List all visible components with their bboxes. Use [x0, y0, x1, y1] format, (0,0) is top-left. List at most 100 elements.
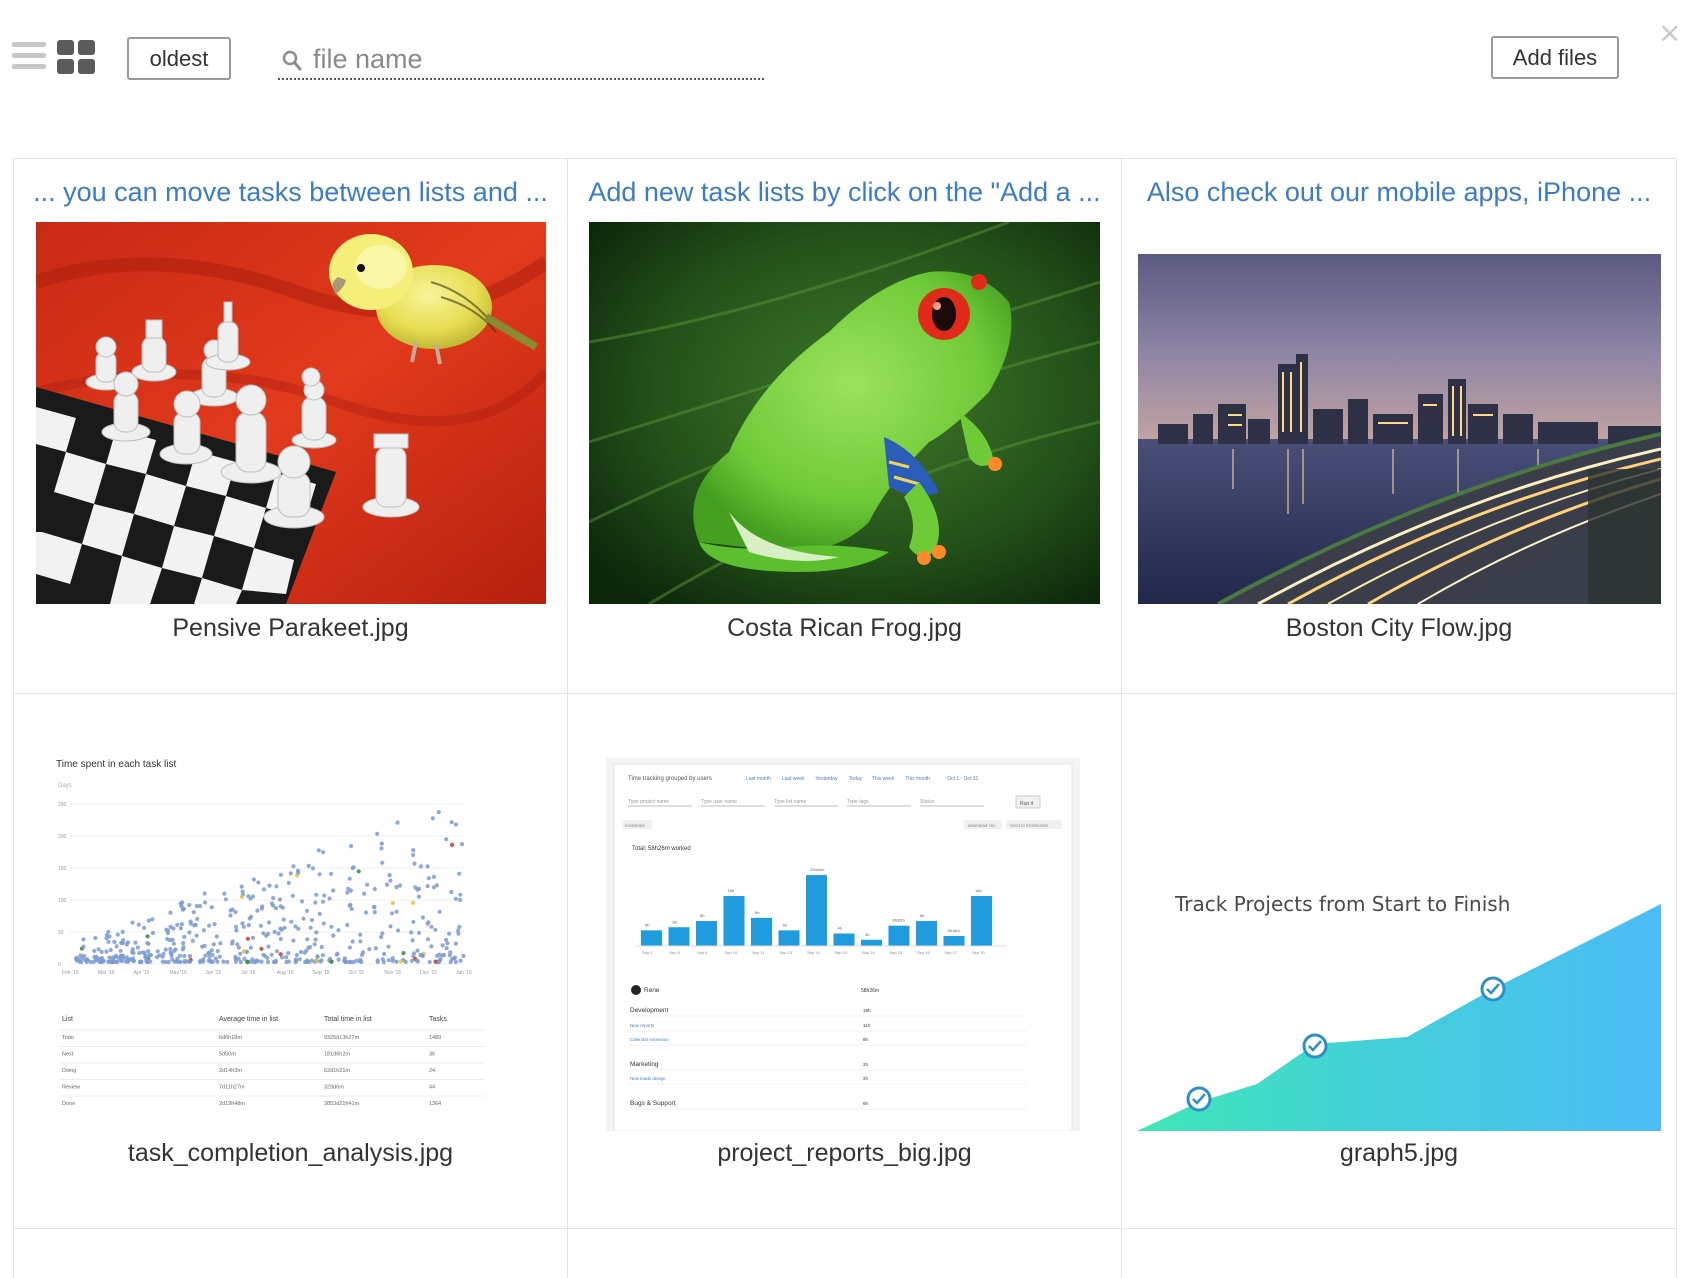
scatter-dot — [308, 925, 313, 930]
scatter-dot — [306, 863, 311, 868]
scatter-dot — [380, 860, 385, 865]
scatter-dot — [411, 951, 416, 956]
scatter-dot — [271, 903, 276, 908]
scatter-dot — [272, 929, 277, 934]
scatter-dot — [381, 959, 386, 965]
scatter-dot — [167, 938, 173, 943]
scatter-dot — [358, 939, 363, 944]
grid-view-icon[interactable] — [57, 40, 95, 74]
file-card[interactable]: Time spent in each task list Days 250 200… — [14, 694, 568, 1229]
file-card[interactable]: Also check out our mobile apps, iPhone .… — [1122, 159, 1677, 694]
scatter-dot — [259, 906, 264, 911]
scatter-dot — [223, 897, 228, 902]
file-card[interactable]: Add new task lists by click on the "Add … — [568, 159, 1122, 694]
scatter-dot — [293, 959, 298, 965]
toolbar: oldest Add files × — [0, 0, 1688, 120]
report-bar — [861, 939, 882, 946]
add-files-button[interactable]: Add files — [1491, 36, 1619, 79]
report-row-value: 11h — [863, 1023, 871, 1028]
scatter-dot — [388, 924, 393, 929]
scatter-dot — [317, 911, 322, 916]
file-thumbnail — [1138, 254, 1661, 604]
close-icon[interactable]: × — [1658, 16, 1681, 49]
user-avatar — [631, 985, 641, 995]
scatter-title: Time spent in each task list — [56, 759, 176, 770]
scatter-dot — [284, 955, 289, 960]
table-cell: 44 — [429, 1085, 435, 1091]
sort-button[interactable]: oldest — [127, 37, 231, 80]
scatter-dot — [288, 871, 293, 876]
scatter-dot — [178, 926, 183, 931]
file-thumbnail: Time tracking grouped by users Last mont… — [606, 758, 1080, 1131]
scatter-dot — [109, 959, 114, 964]
file-thumbnail — [589, 222, 1100, 604]
scatter-dot — [375, 959, 380, 964]
file-card[interactable]: ... you can move tasks between lists and… — [14, 159, 568, 694]
bar-report-screenshot: Time tracking grouped by users Last mont… — [606, 758, 1080, 1131]
scatter-dot — [271, 895, 276, 901]
scatter-dot — [294, 952, 300, 958]
scatter-dot — [96, 956, 101, 961]
scatter-dot — [426, 876, 431, 881]
scatter-dot — [238, 951, 243, 956]
scatter-dot — [247, 916, 252, 921]
x-tick-label: Jan '16 — [456, 970, 472, 976]
scatter-dot — [181, 906, 186, 911]
scatter-dot — [384, 882, 390, 887]
scatter-dot — [107, 934, 112, 939]
scatter-dot — [430, 816, 435, 821]
scatter-dot — [429, 924, 434, 929]
scatter-dot — [281, 917, 286, 922]
scatter-dot — [274, 949, 280, 954]
file-card[interactable]: Time tracking grouped by users Last mont… — [568, 694, 1122, 1229]
scatter-dot — [207, 954, 212, 959]
scatter-dot — [438, 956, 443, 962]
scatter-dot — [251, 877, 256, 882]
scatter-dot — [329, 924, 334, 929]
scatter-dot — [379, 846, 384, 851]
scatter-dot — [179, 922, 184, 927]
scatter-dot — [372, 910, 377, 915]
bar-value-label: 22h41m — [810, 867, 825, 872]
scatter-dot — [313, 937, 318, 942]
scatter-dot — [192, 923, 197, 928]
filter-link: Last month — [746, 776, 771, 782]
scatter-dot — [92, 948, 97, 953]
scatter-dot — [121, 938, 126, 943]
scatter-dot — [206, 958, 211, 963]
scatter-dot — [133, 940, 138, 945]
scatter-dot — [349, 844, 354, 849]
x-tick-label: Dec '15 — [420, 970, 437, 976]
area-graph-image: Track Projects from Start to Finish — [1137, 769, 1661, 1131]
file-card[interactable] — [568, 1229, 1122, 1278]
file-card[interactable] — [14, 1229, 568, 1278]
scatter-dot — [298, 949, 304, 955]
scatter-dot — [347, 945, 352, 950]
scatter-dot — [209, 905, 214, 910]
filter-link: This week — [872, 776, 895, 782]
report-row-label: Marketing — [630, 1061, 659, 1068]
list-view-icon[interactable] — [12, 42, 46, 72]
report-bar — [641, 930, 662, 946]
bar-x-label: Sep 5 — [670, 950, 681, 955]
scatter-dot — [118, 953, 123, 958]
search-input[interactable] — [313, 42, 753, 76]
table-header: Average time in list — [219, 1016, 278, 1023]
boston-skyline-photo — [1138, 254, 1661, 604]
scatter-dot — [163, 959, 168, 965]
scatter-dot — [217, 954, 222, 959]
scatter-dot — [372, 904, 377, 910]
scatter-dot — [327, 896, 332, 901]
file-card[interactable] — [1122, 1229, 1677, 1278]
scatter-dot — [300, 899, 305, 904]
table-cell: 24 — [429, 1068, 435, 1074]
scatter-dot — [433, 927, 438, 932]
scatter-dot — [382, 951, 387, 957]
report-row-label: Calendar extension — [630, 1037, 669, 1042]
scatter-dot — [136, 922, 141, 927]
bars-send: send to freshbooks — [1010, 823, 1049, 828]
scatter-dot — [258, 923, 263, 928]
file-card[interactable]: Track Projects from Start to Finish grap… — [1122, 694, 1677, 1229]
scatter-dot — [148, 959, 153, 964]
table-header: Tasks — [429, 1016, 447, 1023]
